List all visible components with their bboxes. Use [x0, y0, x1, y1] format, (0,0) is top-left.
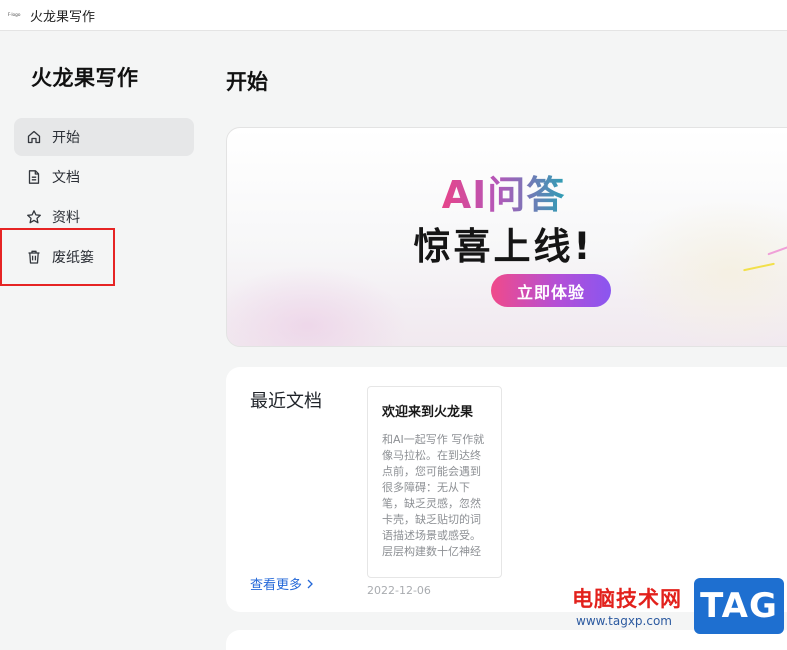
- recent-documents-title: 最近文档: [250, 391, 322, 412]
- site-watermark: 电脑技术网 www.tagxp.com TAG: [560, 575, 787, 636]
- brand-logo: 火龙果写作: [31, 66, 139, 90]
- banner-headline: AI问答: [441, 173, 566, 217]
- watermark-url: www.tagxp.com: [576, 614, 672, 628]
- document-card[interactable]: 欢迎来到火龙果 和AI一起写作 写作就像马拉松。在到达终点前，您可能会遇到很多障…: [367, 386, 502, 578]
- sidebar-nav: 开始 文档 资料 废纸篓: [14, 118, 194, 278]
- app-logo-icon: F·logo: [7, 12, 21, 18]
- sidebar-item-label: 开始: [52, 130, 80, 146]
- watermark-tag-logo: TAG: [694, 578, 784, 634]
- banner-subline: 惊喜上线!: [413, 225, 594, 268]
- sidebar-item-materials[interactable]: 资料: [14, 198, 194, 236]
- window-title: 火龙果写作: [30, 9, 96, 25]
- star-icon: [26, 209, 42, 225]
- chevron-right-icon: [307, 579, 313, 588]
- page-title: 开始: [226, 70, 268, 94]
- document-title: 欢迎来到火龙果: [382, 405, 474, 420]
- document-excerpt: 和AI一起写作 写作就像马拉松。在到达终点前，您可能会遇到很多障碍：无从下笔，缺…: [382, 433, 485, 558]
- try-now-button[interactable]: 立即体验: [491, 274, 611, 307]
- ai-qa-banner[interactable]: AI问答 惊喜上线! 立即体验: [226, 127, 787, 347]
- banner-glow-decoration: [227, 266, 407, 346]
- document-icon: [26, 169, 42, 185]
- title-bar: F·logo 火龙果写作: [0, 0, 787, 31]
- watermark-site-name: 电脑技术网: [572, 587, 682, 611]
- sidebar-item-documents[interactable]: 文档: [14, 158, 194, 196]
- document-date: 2022-12-06: [367, 584, 431, 597]
- see-more-label: 查看更多: [250, 578, 303, 593]
- home-icon: [26, 129, 42, 145]
- sidebar-item-trash[interactable]: 废纸篓: [14, 238, 194, 276]
- sidebar-item-label: 废纸篓: [52, 250, 94, 266]
- sidebar-item-label: 文档: [52, 170, 80, 186]
- see-more-link[interactable]: 查看更多: [250, 574, 314, 593]
- sidebar-item-label: 资料: [52, 210, 80, 226]
- trash-icon: [26, 249, 42, 265]
- sidebar-item-start[interactable]: 开始: [14, 118, 194, 156]
